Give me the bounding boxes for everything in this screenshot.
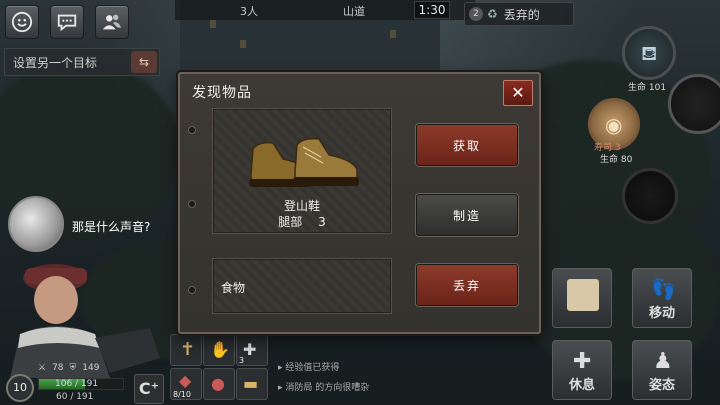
players-button[interactable] bbox=[95, 5, 129, 39]
log-line: ▸ 经验值已获得 bbox=[278, 363, 340, 373]
bread-icon: ▬ bbox=[243, 374, 259, 393]
recycle-icon: ♻ bbox=[487, 7, 498, 21]
bandage-icon: ✚ bbox=[243, 340, 257, 359]
speaker-avatar bbox=[8, 196, 64, 252]
rivet bbox=[188, 126, 196, 134]
take-button[interactable]: 获取 bbox=[416, 124, 518, 166]
character-portrait bbox=[10, 264, 160, 378]
footprints-icon: 👣 bbox=[651, 277, 676, 301]
item-name: 登山鞋 bbox=[283, 199, 320, 213]
bag-icon: ◆ bbox=[179, 371, 192, 390]
player-level-badge: 10 bbox=[6, 374, 34, 402]
map-icon bbox=[567, 279, 599, 311]
event-log: ▸ 经验值已获得 ▸ 消防局 的方向很嘈杂 bbox=[278, 358, 369, 398]
experience-text: 60 / 191 bbox=[56, 392, 94, 402]
chat-button[interactable] bbox=[50, 5, 84, 39]
combat-stats: ⚔ 78 ⛨ 149 bbox=[38, 363, 99, 373]
cup-icon: ⛾ bbox=[641, 41, 658, 65]
item-meta: 腿部 3 bbox=[213, 213, 391, 230]
player-count: 3人 bbox=[240, 5, 258, 18]
people-icon bbox=[102, 14, 122, 30]
item-value: 3 bbox=[318, 215, 326, 229]
inventory-slot[interactable]: ◆ 8/10 bbox=[170, 368, 202, 400]
person-icon: ♟ bbox=[653, 349, 673, 374]
cross-icon: ✝ bbox=[180, 339, 196, 360]
building-window bbox=[240, 40, 246, 48]
chat-bubble-icon bbox=[57, 14, 77, 32]
inventory-slot[interactable]: ● bbox=[203, 368, 235, 400]
location-name: 山道 bbox=[343, 5, 365, 18]
inventory-slot[interactable]: ✚ 3 bbox=[236, 334, 268, 366]
close-button[interactable]: ✕ bbox=[503, 80, 533, 106]
food-bowl-icon: ◉ bbox=[605, 113, 623, 137]
status-a-value: 生命 101 bbox=[628, 83, 667, 93]
found-item-slot[interactable]: 登山鞋 腿部 3 bbox=[212, 108, 392, 234]
target-selector[interactable]: 设置另一个目标 ⇆ bbox=[4, 48, 160, 76]
craft-button[interactable]: 制造 bbox=[416, 194, 518, 236]
rivet bbox=[188, 286, 196, 294]
discard-button[interactable]: 丢弃 bbox=[416, 264, 518, 306]
building-window bbox=[210, 20, 216, 28]
speech-text: 那是什么声音? bbox=[72, 220, 151, 234]
round-timer: 1:30 bbox=[414, 1, 450, 19]
sword-icon: ⚔ bbox=[38, 363, 47, 373]
hiking-boots-icon bbox=[249, 137, 359, 187]
shield-icon: ⛨ bbox=[69, 363, 77, 373]
inventory-slot[interactable]: ✝ bbox=[170, 334, 202, 366]
move-button[interactable]: 👣 移动 bbox=[632, 268, 692, 328]
pose-button[interactable]: ♟ 姿态 bbox=[632, 340, 692, 400]
log-line: ▸ 消防局 的方向很嘈杂 bbox=[278, 383, 370, 393]
rest-button[interactable]: ✚ 休息 bbox=[552, 340, 612, 400]
dialog-title: 发现物品 bbox=[192, 85, 252, 101]
slot-count: 3 bbox=[239, 356, 245, 365]
health-text: 106 / 191 bbox=[55, 379, 99, 389]
attack-value: 78 bbox=[52, 363, 64, 373]
joystick-circle[interactable] bbox=[622, 168, 678, 224]
building-window bbox=[390, 30, 396, 38]
character-menu-button[interactable]: C⁺ bbox=[134, 374, 164, 404]
health-bar: 106 / 191 bbox=[38, 378, 124, 390]
food-label: 食物 bbox=[221, 281, 246, 295]
meat-icon: ● bbox=[211, 374, 225, 393]
rest-label: 休息 bbox=[568, 378, 595, 393]
equipment-button[interactable] bbox=[552, 268, 612, 328]
target-placeholder: 设置另一个目标 bbox=[13, 55, 98, 70]
inventory-slot[interactable]: ✋ bbox=[203, 334, 235, 366]
compass-dial[interactable] bbox=[668, 74, 720, 134]
inventory-slot[interactable]: ▬ bbox=[236, 368, 268, 400]
discarded-items-button[interactable]: 2 ♻ 丢弃的 bbox=[464, 2, 574, 26]
hands-icon: ✋ bbox=[210, 340, 230, 359]
emote-button[interactable] bbox=[5, 5, 39, 39]
defense-value: 149 bbox=[82, 363, 100, 373]
slot-count: 8/10 bbox=[173, 390, 191, 399]
food-slot[interactable]: 食物 bbox=[212, 258, 392, 314]
pose-label: 姿态 bbox=[648, 378, 675, 393]
discarded-label: 丢弃的 bbox=[503, 7, 540, 22]
status-b-value: 生命 80 bbox=[600, 155, 633, 165]
move-label: 移动 bbox=[648, 306, 675, 321]
discarded-count-badge: 2 bbox=[469, 7, 483, 21]
status-water-circle[interactable]: ⛾ bbox=[622, 26, 676, 80]
swap-arrows-icon[interactable]: ⇆ bbox=[131, 51, 157, 73]
medical-cross-icon: ✚ bbox=[573, 349, 592, 374]
rivet bbox=[188, 200, 196, 208]
smiley-icon bbox=[11, 11, 33, 33]
item-slot-type: 腿部 bbox=[278, 215, 303, 229]
